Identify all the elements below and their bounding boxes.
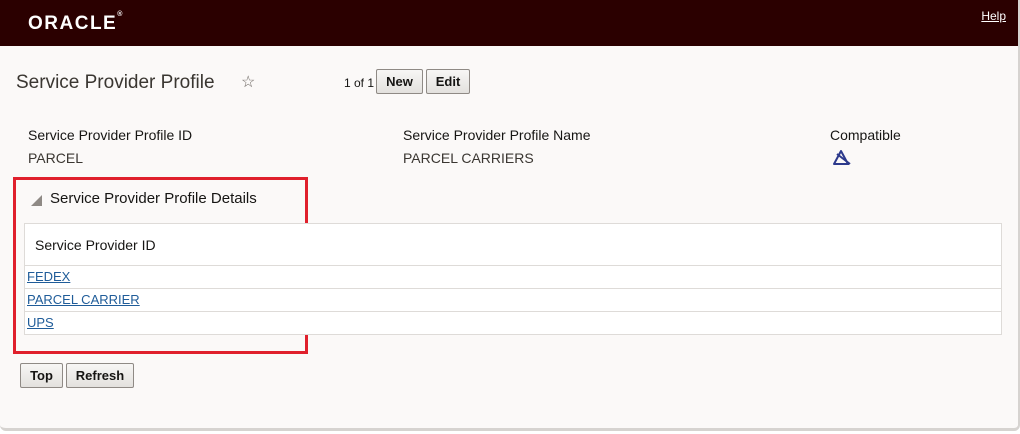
profile-id-label: Service Provider Profile ID xyxy=(28,127,193,143)
star-icon[interactable]: ☆ xyxy=(241,72,255,92)
table-row: UPS xyxy=(25,311,1001,334)
logo-text: ORACLE xyxy=(28,13,118,34)
service-provider-link-fedex[interactable]: FEDEX xyxy=(27,269,70,284)
table-row: FEDEX xyxy=(25,265,1001,288)
registered-mark: ® xyxy=(117,11,123,18)
details-table: Service Provider ID FEDEX PARCEL CARRIER… xyxy=(24,223,1002,335)
service-provider-link-ups[interactable]: UPS xyxy=(27,315,54,330)
profile-name-value: PARCEL CARRIERS xyxy=(403,150,534,166)
help-link[interactable]: Help xyxy=(981,9,1006,23)
new-button[interactable]: New xyxy=(376,69,423,94)
top-button[interactable]: Top xyxy=(20,363,63,388)
page-title: Service Provider Profile xyxy=(16,72,215,93)
profile-name-label: Service Provider Profile Name xyxy=(403,127,591,143)
collapse-triangle-icon[interactable] xyxy=(31,195,42,206)
oracle-logo: ORACLE® xyxy=(28,11,123,35)
profile-id-value: PARCEL xyxy=(28,150,83,166)
compatible-label: Compatible xyxy=(830,127,901,143)
table-row: PARCEL CARRIER xyxy=(25,288,1001,311)
edit-button[interactable]: Edit xyxy=(426,69,470,94)
details-section-title[interactable]: Service Provider Profile Details xyxy=(50,190,257,207)
compatible-icon xyxy=(833,150,851,165)
app-header: ORACLE® Help xyxy=(0,0,1018,46)
column-header-service-provider-id[interactable]: Service Provider ID xyxy=(35,237,156,253)
service-provider-link-parcel-carrier[interactable]: PARCEL CARRIER xyxy=(27,292,140,307)
record-pager: 1 of 1 xyxy=(344,76,375,90)
refresh-button[interactable]: Refresh xyxy=(66,363,134,388)
